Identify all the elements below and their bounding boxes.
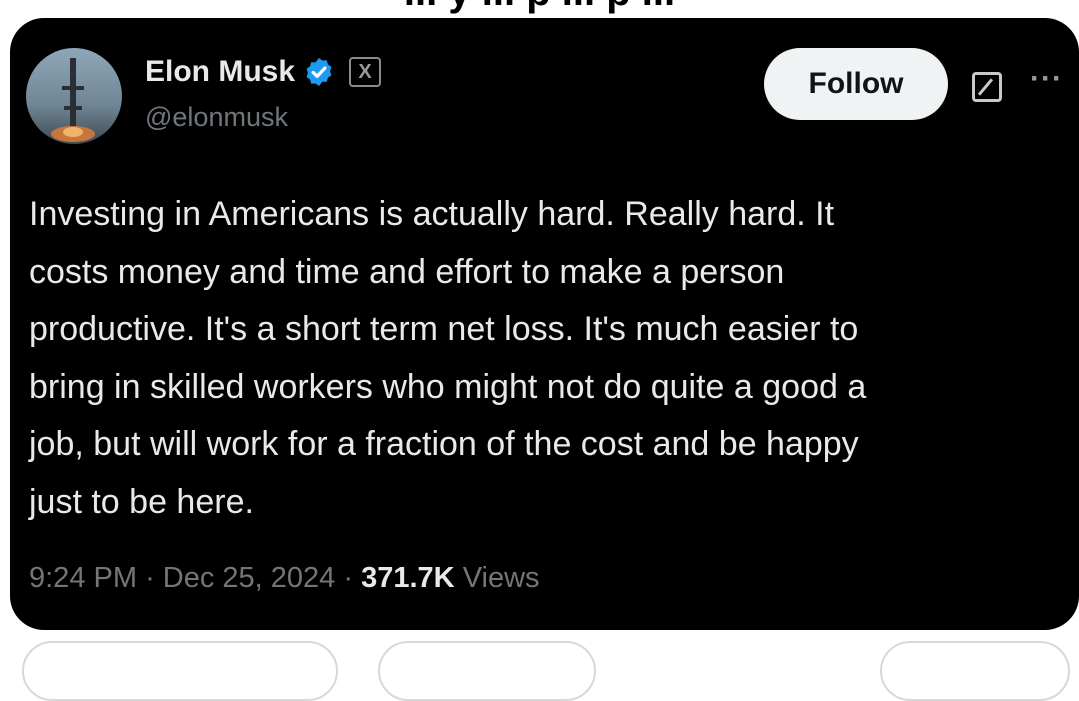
tweet-metadata: 9:24 PM · Dec 25, 2024 · 371.7K Views (29, 562, 540, 595)
author-handle[interactable]: @elonmusk (145, 102, 288, 133)
views-count[interactable]: 371.7K (361, 562, 455, 594)
tweet-card: Elon Musk X @elonmusk Follow ··· Investi… (10, 18, 1079, 630)
page-header-text: ... y ... p ... p ... (0, 0, 1079, 14)
tweet-time[interactable]: 9:24 PM (29, 562, 137, 594)
verified-badge-icon (303, 56, 335, 88)
meta-separator: · (343, 562, 354, 594)
author-name[interactable]: Elon Musk (145, 55, 295, 89)
more-icon[interactable]: ··· (1030, 62, 1063, 96)
bottom-action-pill[interactable] (22, 641, 338, 701)
tweet-text: Investing in Americans is actually hard.… (29, 186, 1069, 531)
tweet-text-line: job, but will work for a fraction of the… (29, 425, 859, 463)
tweet-text-line: bring in skilled workers who might not d… (29, 367, 867, 406)
tweet-text-line: Investing in Americans is actually hard.… (29, 195, 835, 233)
follow-button[interactable]: Follow (764, 48, 948, 120)
x-affiliation-icon[interactable]: X (349, 57, 382, 87)
author-name-row: Elon Musk X (145, 52, 382, 92)
tweet-text-line: costs money and time and effort to make … (29, 252, 785, 291)
page-header-label: ... y ... p ... p ... (404, 0, 675, 14)
bottom-action-pill[interactable] (880, 641, 1070, 701)
tweet-date[interactable]: Dec 25, 2024 (163, 562, 336, 594)
grok-icon[interactable] (972, 72, 1002, 102)
avatar[interactable] (26, 48, 122, 144)
bottom-action-pill[interactable] (378, 641, 596, 701)
avatar-image (26, 48, 122, 144)
views-label: Views (462, 562, 540, 594)
meta-separator: · (145, 562, 155, 594)
tweet-text-line: just to be here. (29, 482, 254, 521)
tweet-text-line: productive. It's a short term net loss. … (29, 310, 859, 348)
